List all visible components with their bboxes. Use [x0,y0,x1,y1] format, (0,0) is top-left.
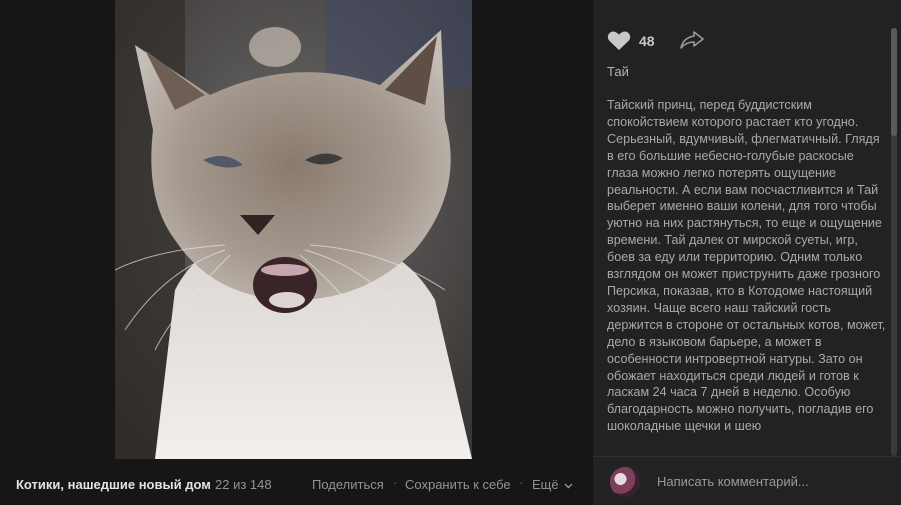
photo-caption-title: Тай [607,64,629,79]
separator-dot: · [519,475,524,490]
photo-bottom-bar: Котики, нашедшие новый дом 22 из 148 Под… [0,459,593,505]
comment-input[interactable]: Написать комментарий... [657,474,809,489]
divider [593,456,901,457]
separator-dot: · [393,475,398,490]
photo[interactable] [115,0,472,459]
save-to-my-photos-button[interactable]: Сохранить к себе [405,477,511,492]
cat-photo-illustration [115,0,472,459]
more-button[interactable]: Ещё [532,477,573,492]
photo-description: Тайский принц, перед буддистским спокойс… [607,98,886,434]
like-count: 48 [639,32,655,49]
chevron-down-icon [564,483,573,489]
scrollbar-thumb[interactable] [891,28,897,136]
photo-viewer: Котики, нашедшие новый дом 22 из 148 Под… [0,0,593,505]
photo-counter: 22 из 148 [215,477,272,492]
share-button[interactable]: Поделиться [312,477,384,492]
album-title-link[interactable]: Котики, нашедшие новый дом [16,477,211,492]
avatar[interactable] [610,467,640,497]
like-button[interactable]: 48 [607,30,655,51]
more-label: Ещё [532,477,559,492]
photo-info-panel: 48 Тай Тайский принц, перед буддистским … [593,0,901,505]
share-arrow-icon [680,31,704,49]
heart-icon [607,31,631,50]
share-icon-button[interactable] [679,30,705,55]
